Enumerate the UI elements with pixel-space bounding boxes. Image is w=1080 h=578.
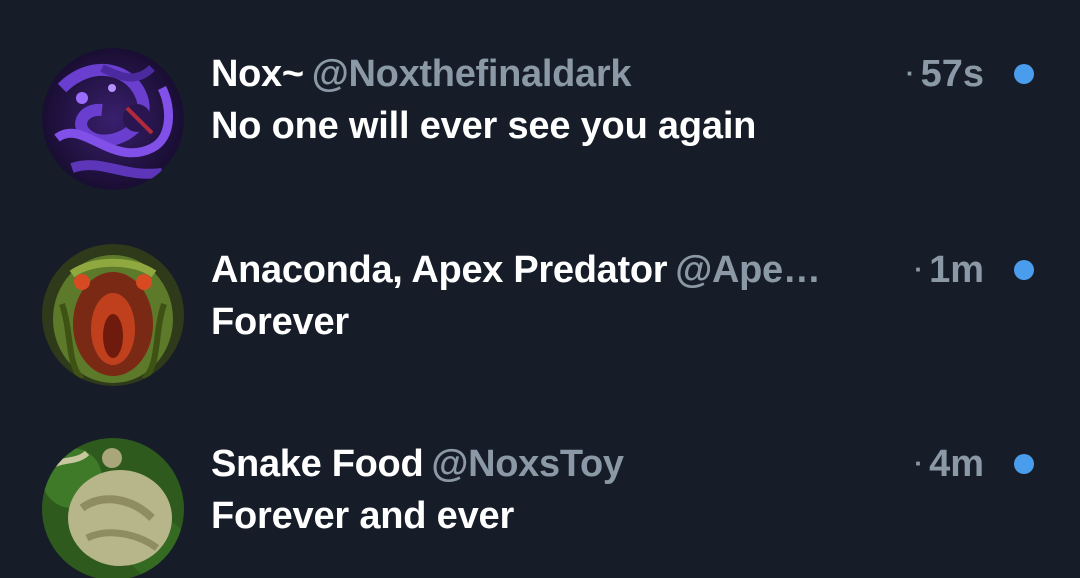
separator-dot: · [914,254,924,284]
message-preview: Forever and ever [211,495,515,537]
avatar[interactable] [42,438,184,578]
timestamp: · 1m [914,246,984,294]
user-handle: @NoxsToy [431,443,624,485]
timestamp-value: 4m [929,443,984,485]
conversation-item[interactable]: Snake Food @NoxsToy · 4m Forever and ever [0,430,1080,578]
unread-indicator-icon [1014,64,1034,84]
conversation-item[interactable]: Nox~ @Noxthefinaldark · 57s No one will ev… [0,40,1080,190]
conversation-header: Anaconda, Apex Predator @Ape… [211,246,911,294]
avatar-image-purple-serpent [42,48,184,190]
avatar[interactable] [42,48,184,190]
timestamp-value: 57s [920,53,984,95]
timestamp: · 57s [906,50,984,98]
separator-dot: · [905,58,915,88]
display-name: Anaconda, Apex Predator [211,249,668,291]
message-preview: No one will ever see you again [211,105,757,147]
avatar[interactable] [42,244,184,386]
avatar-image-green-coils [42,438,184,578]
message-preview: Forever [211,301,350,343]
user-handle: @Ape… [675,249,821,291]
unread-indicator-icon [1014,260,1034,280]
conversation-header: Snake Food @NoxsToy [211,440,911,488]
display-name: Nox~ [211,53,304,95]
conversation-item[interactable]: Anaconda, Apex Predator @Ape… · 1m Forever [0,236,1080,386]
display-name: Snake Food [211,443,424,485]
timestamp-value: 1m [929,249,984,291]
separator-dot: · [914,448,924,478]
message-list: Nox~ @Noxthefinaldark · 57s No one will ev… [0,0,1080,578]
user-handle: @Noxthefinaldark [311,53,632,95]
conversation-header: Nox~ @Noxthefinaldark [211,50,911,98]
timestamp: · 4m [914,440,984,488]
unread-indicator-icon [1014,454,1034,474]
avatar-image-snake-mouth [42,244,184,386]
